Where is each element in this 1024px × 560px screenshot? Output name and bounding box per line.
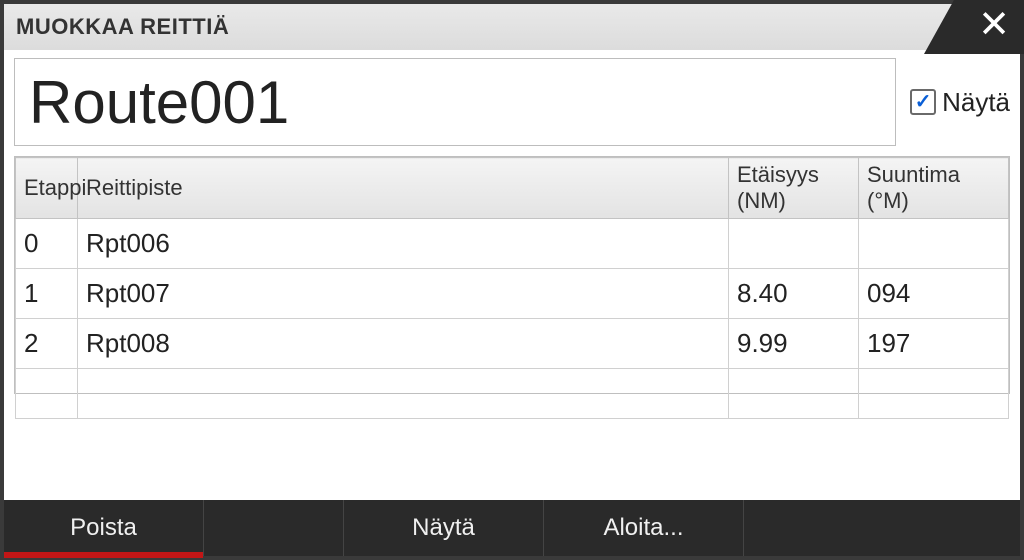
- titlebar: MUOKKAA REITTIÄ ✕: [4, 4, 1020, 50]
- cell-bearing: 197: [859, 319, 1009, 369]
- close-button[interactable]: ✕: [924, 0, 1024, 54]
- col-waypoint[interactable]: Reittipiste: [78, 158, 729, 219]
- cell-bearing: 094: [859, 269, 1009, 319]
- cell-waypoint: Rpt007: [78, 269, 729, 319]
- table-row[interactable]: 0 Rpt006: [16, 219, 1009, 269]
- show-route-label: Näytä: [942, 87, 1010, 118]
- cell-waypoint: Rpt006: [78, 219, 729, 269]
- start-button[interactable]: Aloita...: [544, 500, 744, 556]
- dialog-footer: Poista Näytä Aloita...: [4, 500, 1020, 556]
- table-row[interactable]: 2 Rpt008 9.99 197: [16, 319, 1009, 369]
- cell-distance: 8.40: [729, 269, 859, 319]
- cell-leg: 0: [16, 219, 78, 269]
- cell-leg: 2: [16, 319, 78, 369]
- waypoints-table: Etappi Reittipiste Etäisyys (NM) Suuntim…: [14, 156, 1010, 394]
- footer-spacer: [204, 500, 344, 556]
- cell-waypoint: Rpt008: [78, 319, 729, 369]
- dialog-content: ✓ Näytä Etappi Reittipiste Etäisyys (NM)…: [4, 50, 1020, 500]
- delete-button[interactable]: Poista: [4, 500, 204, 556]
- show-route-toggle[interactable]: ✓ Näytä: [910, 87, 1010, 118]
- col-bearing[interactable]: Suuntima (°M): [859, 158, 1009, 219]
- route-name-input[interactable]: [14, 58, 896, 146]
- delete-button-label: Poista: [70, 514, 137, 542]
- show-button-label: Näytä: [412, 514, 475, 542]
- table-header-row: Etappi Reittipiste Etäisyys (NM) Suuntim…: [16, 158, 1009, 219]
- route-name-row: ✓ Näytä: [14, 58, 1010, 146]
- show-button[interactable]: Näytä: [344, 500, 544, 556]
- cell-leg: 1: [16, 269, 78, 319]
- col-distance[interactable]: Etäisyys (NM): [729, 158, 859, 219]
- table-row[interactable]: 1 Rpt007 8.40 094: [16, 269, 1009, 319]
- cell-bearing: [859, 219, 1009, 269]
- start-button-label: Aloita...: [603, 514, 683, 542]
- edit-route-dialog: MUOKKAA REITTIÄ ✕ ✓ Näytä: [0, 0, 1024, 560]
- checkbox-icon: ✓: [910, 89, 936, 115]
- cell-distance: 9.99: [729, 319, 859, 369]
- dialog-title: MUOKKAA REITTIÄ: [16, 14, 229, 40]
- cell-distance: [729, 219, 859, 269]
- checkmark-icon: ✓: [915, 92, 932, 112]
- col-leg[interactable]: Etappi: [16, 158, 78, 219]
